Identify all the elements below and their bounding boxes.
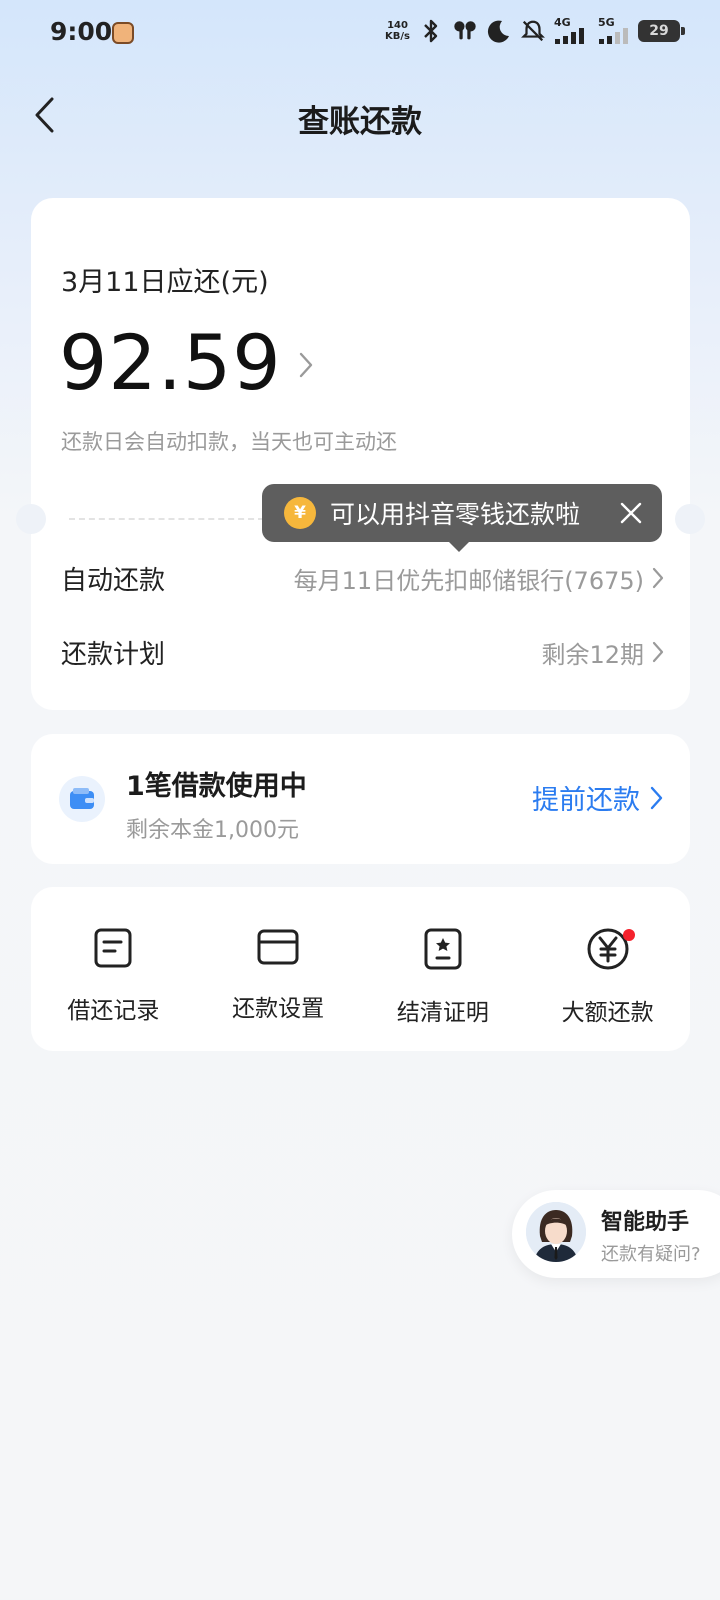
earbuds-icon: [452, 18, 478, 44]
net-speed-unit: KB/s: [385, 31, 410, 42]
prepay-label: 提前还款: [532, 785, 640, 816]
tool-label: 大额还款: [561, 1000, 654, 1026]
due-date-label: 3月11日应还(元): [61, 267, 269, 298]
card-icon: [257, 929, 299, 965]
header: 查账还款: [0, 80, 720, 150]
bill-card: 3月11日应还(元) 92.59 还款日会自动扣款，当天也可主动还 自动还款 每…: [16, 198, 705, 710]
tool-settlement-certificate[interactable]: 结清证明: [361, 887, 526, 1051]
amount-due: 92.59: [59, 318, 282, 407]
assistant-avatar: [526, 1202, 586, 1262]
chevron-right-icon: [652, 567, 664, 589]
auto-repay-row[interactable]: 自动还款 每月11日优先扣邮储银行(7675): [61, 550, 664, 606]
bluetooth-icon: [418, 18, 444, 44]
chevron-right-icon: [652, 641, 664, 663]
net-speed-value: 140: [387, 20, 408, 31]
tooltip-text: 可以用抖音零钱还款啦: [330, 500, 581, 529]
repay-plan-row[interactable]: 还款计划 剩余12期: [61, 624, 664, 680]
wallet-icon: [59, 776, 105, 822]
close-icon: [620, 502, 642, 524]
ticket-notch-left: [16, 504, 46, 534]
tools-card: 借还记录 还款设置 结清证明 大额还款: [31, 887, 690, 1051]
tool-label: 结清证明: [396, 1000, 489, 1026]
loan-title: 1笔借款使用中: [126, 771, 307, 802]
assistant-title: 智能助手: [601, 1210, 690, 1235]
mute-icon: [520, 18, 546, 44]
loan-card: 1笔借款使用中 剩余本金1,000元 提前还款: [31, 734, 690, 864]
repay-plan-label: 还款计划: [61, 639, 166, 670]
status-bar: 9:00 140 KB/s 4G 5G 29: [0, 0, 720, 66]
battery-icon: 29: [638, 20, 685, 42]
page-title: 查账还款: [298, 104, 422, 140]
ticket-notch-right: [675, 504, 705, 534]
document-icon: [94, 928, 132, 968]
smart-assistant-button[interactable]: 智能助手 还款有疑问?: [512, 1190, 720, 1278]
tool-label: 还款设置: [232, 996, 325, 1022]
new-badge-dot: [623, 929, 636, 941]
tool-large-repayment[interactable]: 大额还款: [525, 887, 690, 1051]
douyin-change-tooltip: ¥ 可以用抖音零钱还款啦: [262, 484, 662, 552]
auto-repay-label: 自动还款: [61, 565, 166, 596]
assistant-subtitle: 还款有疑问?: [601, 1244, 701, 1265]
certificate-icon: [424, 928, 462, 970]
signal-5g-label: 5G: [598, 16, 615, 29]
remaining-principal: 剩余本金1,000元: [126, 818, 299, 843]
repay-plan-value: 剩余12期: [541, 640, 644, 669]
tool-label: 借还记录: [67, 998, 160, 1024]
coin-icon: ¥: [284, 497, 316, 529]
chevron-right-icon: [299, 352, 312, 377]
moon-icon: [486, 18, 512, 44]
signal-4g-label: 4G: [554, 16, 571, 29]
signal-4g-icon: 4G: [554, 16, 590, 44]
status-time: 9:00: [50, 17, 113, 46]
status-icons: 140 KB/s 4G 5G 29: [385, 16, 685, 44]
amount-due-link[interactable]: 92.59: [59, 318, 314, 407]
app-notification-icon: [112, 22, 134, 44]
auto-repay-value: 每月11日优先扣邮储银行(7675): [293, 566, 644, 595]
auto-debit-hint: 还款日会自动扣款，当天也可主动还: [61, 430, 397, 454]
prepay-button[interactable]: 提前还款: [532, 778, 664, 817]
chevron-right-icon: [650, 786, 663, 809]
tool-borrow-repay-records[interactable]: 借还记录: [31, 887, 196, 1051]
signal-5g-icon: 5G: [598, 16, 630, 44]
net-speed: 140 KB/s: [385, 20, 410, 42]
tooltip-close-button[interactable]: [616, 498, 646, 528]
tool-repay-settings[interactable]: 还款设置: [196, 887, 361, 1051]
